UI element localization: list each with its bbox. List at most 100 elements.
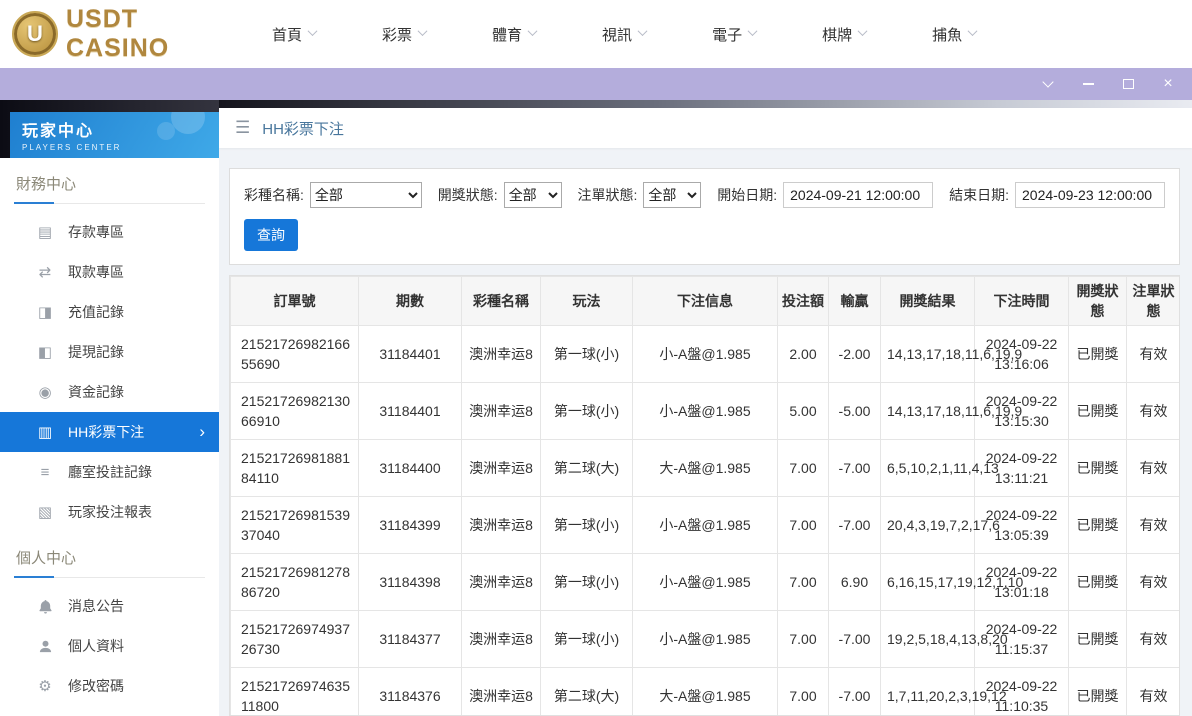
table-cell: 小-A盤@1.985 [632,325,778,383]
sidebar-item-profile[interactable]: 個人資料 [0,626,219,666]
nav-label: 體育 [492,26,523,44]
sidebar-item-room-bet-record[interactable]: ≡ 廳室投註記錄 [0,452,219,492]
table-body: 2152172698216655690 31184401 澳洲幸运8 第一球(小) 小-… [230,325,1179,715]
table-row: 2152172698213066910 31184401 澳洲幸运8 第一球(小) 小-… [230,382,1179,440]
chevron-down-icon [857,25,868,36]
table-cell: 7.00 [777,496,829,554]
column-header: 期數 [358,276,462,326]
table-cell: -7.00 [828,496,881,554]
order-status-label: 注單狀態: [577,187,638,203]
table-row: 2152172698127886720 31184398 澳洲幸运8 第一球(小) 小-… [230,553,1179,611]
order-status-select[interactable]: 全部 [643,182,702,208]
main-area: ☰ HH彩票下注 彩種名稱: 全部 開獎狀態: 全部 注單狀態: 全部 開始日期… [219,100,1192,716]
section-finance-heading: 財務中心 [14,158,205,204]
lottery-name-select[interactable]: 全部 [309,182,422,208]
end-date-label: 結束日期: [949,187,1010,203]
window-close-icon[interactable]: × [1160,76,1176,92]
withdrawal-record-icon: ◧ [37,344,53,361]
table-cell: 7.00 [777,553,829,611]
sidebar-item-label: 修改密碼 [68,678,124,694]
table-row: 2152172698153937040 31184399 澳洲幸运8 第一球(小) 小-… [230,496,1179,554]
nav-item-lottery[interactable]: 彩票 [382,24,428,45]
table-cell: 有效 [1126,553,1179,611]
sidebar-item-funds-record[interactable]: ◉ 資金記錄 [0,372,219,412]
table-cell: 19,2,5,18,4,13,8,20 [880,610,1008,668]
table-cell: 31184377 [358,610,462,668]
table-cell: 澳洲幸运8 [461,667,541,715]
bets-table-card: 訂單號 期數 彩種名稱 玩法 下注信息 投注額 輸贏 開獎結果 下注時間 開獎狀態 注單狀態 215… [229,275,1180,716]
sidebar-item-change-password[interactable]: ⚙ 修改密碼 [0,666,219,706]
nav-item-slots[interactable]: 電子 [712,24,758,45]
nav-item-cards[interactable]: 棋牌 [822,24,868,45]
table-cell: 31184401 [358,325,462,383]
top-nav: 首頁 彩票 體育 視訊 電子 棋牌 捕魚 [272,24,978,45]
nav-item-live[interactable]: 視訊 [602,24,648,45]
table-cell: 第一球(小) [540,553,633,611]
nav-item-home[interactable]: 首頁 [272,24,318,45]
table-cell: 有效 [1126,325,1179,383]
table-cell: 有效 [1126,610,1179,668]
table-cell: 小-A盤@1.985 [632,553,778,611]
coin-letter: U [27,21,43,46]
nav-label: 視訊 [602,26,633,44]
draw-status-select[interactable]: 全部 [503,182,562,208]
table-cell: 2.00 [777,325,829,383]
sidebar-item-hh-lottery-bets[interactable]: ▥ HH彩票下注 › [0,412,219,452]
table-row: 2152172697493726730 31184377 澳洲幸运8 第一球(小) 小-… [230,610,1179,668]
column-header: 玩法 [540,276,633,326]
sidebar-item-withdrawal-record[interactable]: ◧ 提現記錄 [0,332,219,372]
search-button[interactable]: 查詢 [244,219,298,251]
table-cell: 2152172698153937040 [230,496,359,554]
window-collapse-icon[interactable] [1040,76,1056,92]
table-cell: 第一球(小) [540,496,633,554]
column-header: 開獎結果 [880,276,975,326]
chevron-down-icon [637,25,648,36]
start-date-input[interactable] [783,182,934,208]
table-cell: 小-A盤@1.985 [632,496,778,554]
bets-table: 訂單號 期數 彩種名稱 玩法 下注信息 投注額 輸贏 開獎結果 下注時間 開獎狀態 注單狀態 215… [230,276,1179,715]
filter-actions: 查詢 [244,219,1165,251]
table-cell: 2152172698127886720 [230,553,359,611]
player-bet-report-icon: ▧ [37,504,53,521]
table-cell: 澳洲幸运8 [461,610,541,668]
table-cell: -7.00 [828,439,881,497]
table-cell: 澳洲幸运8 [461,382,541,440]
nav-item-sports[interactable]: 體育 [492,24,538,45]
lottery-bets-icon: ▥ [37,424,53,441]
table-cell: 31184401 [358,382,462,440]
players-center-subtitle: PLAYERS CENTER [22,143,122,152]
sidebar-item-withdraw[interactable]: ⇄ 取款專區 [0,252,219,292]
table-cell: 第一球(小) [540,610,633,668]
table-cell: 31184398 [358,553,462,611]
table-cell: 澳洲幸运8 [461,496,541,554]
end-date-input[interactable] [1015,182,1166,208]
hamburger-menu-icon[interactable]: ☰ [235,118,250,138]
nav-item-fishing[interactable]: 捕魚 [932,24,978,45]
chevron-right-icon: › [199,422,205,441]
window-restore-icon[interactable] [1120,76,1136,92]
sidebar-item-recharge-record[interactable]: ◨ 充值記錄 [0,292,219,332]
table-cell: 澳洲幸运8 [461,325,541,383]
table-cell: 第二球(大) [540,439,633,497]
table-cell: 1,7,11,20,2,3,19,12 [880,667,1007,715]
sidebar-item-label: 消息公告 [68,598,124,614]
sidebar: 玩家中心 PLAYERS CENTER 財務中心 ▤ 存款專區 ⇄ 取款專區 ◨… [0,100,219,716]
table-cell: 7.00 [777,610,829,668]
sidebar-item-player-bet-report[interactable]: ▧ 玩家投注報表 [0,492,219,532]
sidebar-item-deposit[interactable]: ▤ 存款專區 [0,212,219,252]
breadcrumb: ☰ HH彩票下注 [219,108,1192,148]
chevron-down-icon [527,25,538,36]
players-center-banner: 玩家中心 PLAYERS CENTER [10,112,219,158]
sidebar-item-announcements[interactable]: 消息公告 [0,586,219,626]
table-cell: 有效 [1126,439,1179,497]
chevron-down-icon [307,25,318,36]
content: 玩家中心 PLAYERS CENTER 財務中心 ▤ 存款專區 ⇄ 取款專區 ◨… [0,100,1192,716]
table-cell: 20,4,3,19,7,2,17,6 [880,496,1000,554]
table-cell: 第一球(小) [540,325,633,383]
room-bet-record-icon: ≡ [40,463,50,481]
table-cell: 14,13,17,18,11,6,19,9 [880,382,1022,440]
funds-record-icon: ◉ [38,384,52,401]
page-title: HH彩票下注 [262,120,344,138]
table-cell: 2024-09-22 11:10:35 [974,667,1069,715]
window-minimize-icon[interactable] [1080,76,1096,92]
